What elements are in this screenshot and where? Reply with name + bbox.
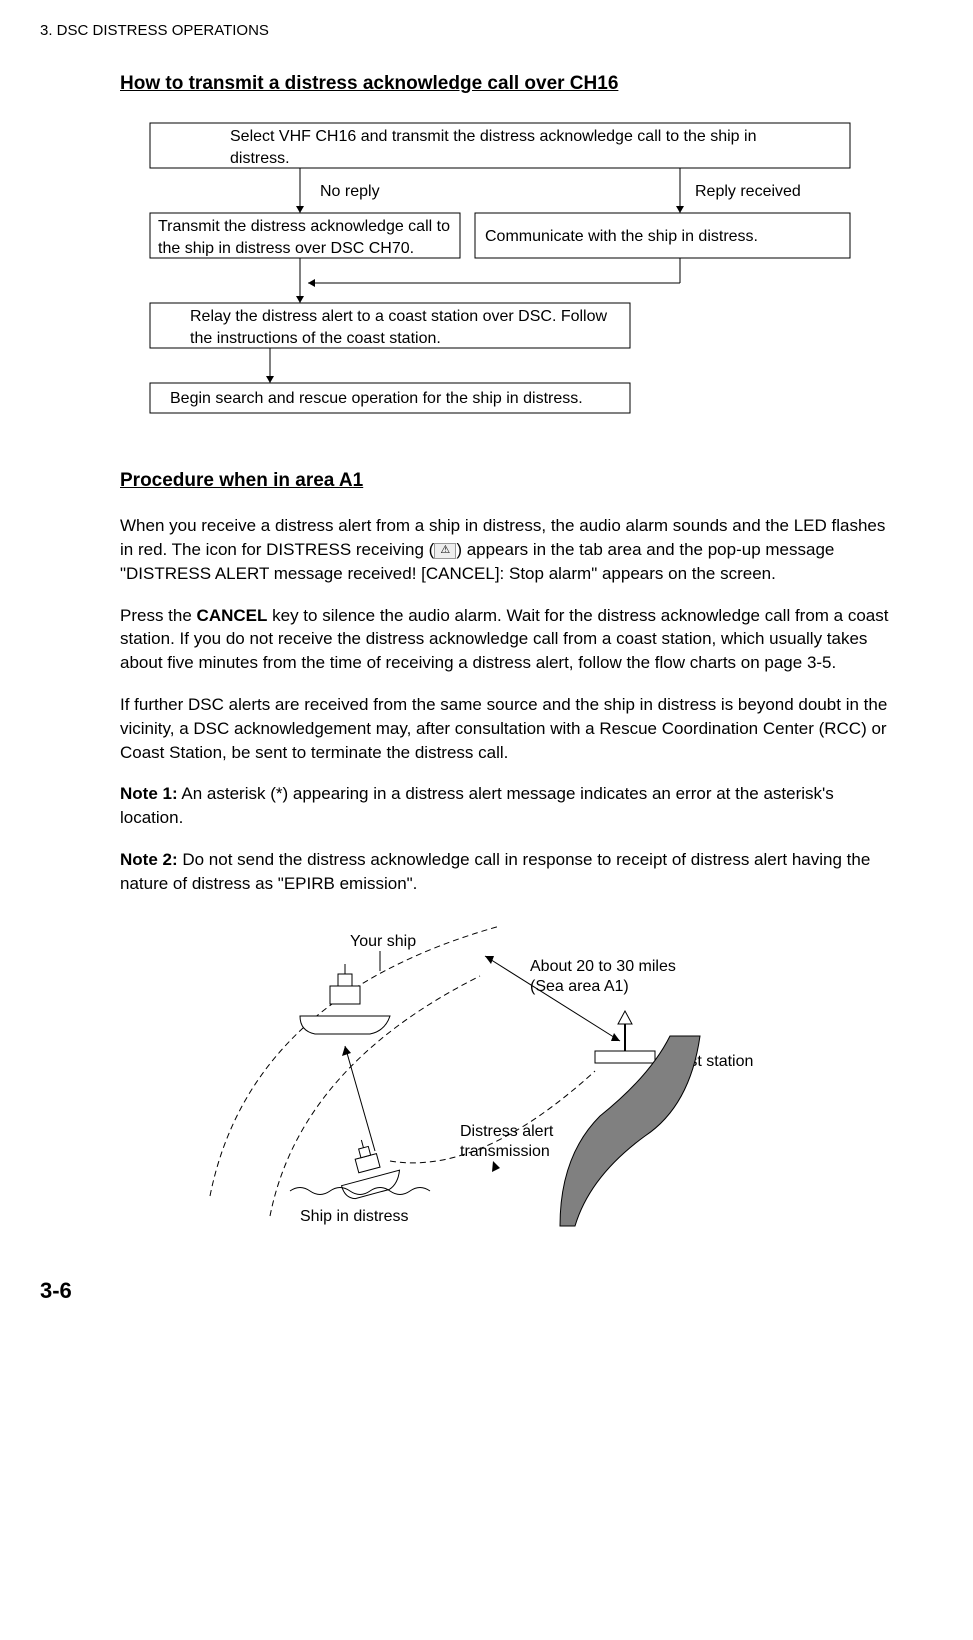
flowchart-svg: Select VHF CH16 and transmit the distres…	[140, 118, 860, 428]
section-title-a1: Procedure when in area A1	[120, 468, 933, 495]
diagram-label-distress-1: Distress alert	[460, 1123, 554, 1140]
paragraph-1: When you receive a distress alert from a…	[120, 514, 893, 585]
diagram-label-distance: About 20 to 30 miles	[530, 958, 676, 975]
diagram-label-your-ship: Your ship	[350, 933, 416, 950]
label-reply-received: Reply received	[695, 183, 801, 200]
flow-box-4: Relay the distress alert to a coast stat…	[190, 306, 620, 346]
diagram-label-area: (Sea area A1)	[530, 978, 629, 995]
flow-box-3: Communicate with the ship in distress.	[485, 226, 845, 248]
note-1: Note 1: An asterisk (*) appearing in a d…	[120, 782, 893, 830]
flowchart-ch16: Select VHF CH16 and transmit the distres…	[140, 118, 933, 428]
flow-box-5: Begin search and rescue operation for th…	[170, 388, 630, 410]
flow-box-1: Select VHF CH16 and transmit the distres…	[230, 126, 790, 166]
paragraph-3: If further DSC alerts are received from …	[120, 693, 893, 764]
section-title-ch16: How to transmit a distress acknowledge c…	[120, 71, 933, 98]
label-no-reply: No reply	[320, 183, 380, 200]
chapter-header: 3. DSC DISTRESS OPERATIONS	[40, 20, 933, 41]
diagram-label-ship-distress: Ship in distress	[300, 1208, 409, 1225]
diagram-svg: Your ship About 20 to 30 miles (Sea area…	[200, 916, 780, 1236]
flow-box-2: Transmit the distress acknowledge call t…	[158, 216, 458, 256]
distress-receive-icon: ⚠	[434, 543, 456, 559]
page-number: 3-6	[40, 1276, 933, 1307]
note-2: Note 2: Do not send the distress acknowl…	[120, 848, 893, 896]
your-ship-icon	[300, 964, 390, 1034]
diagram-label-distress-2: transmission	[460, 1143, 550, 1160]
paragraph-2: Press the CANCEL key to silence the audi…	[120, 604, 893, 675]
area-a1-diagram: Your ship About 20 to 30 miles (Sea area…	[200, 916, 933, 1236]
coast-station-icon	[595, 1011, 655, 1063]
ship-in-distress-icon	[331, 1132, 403, 1201]
